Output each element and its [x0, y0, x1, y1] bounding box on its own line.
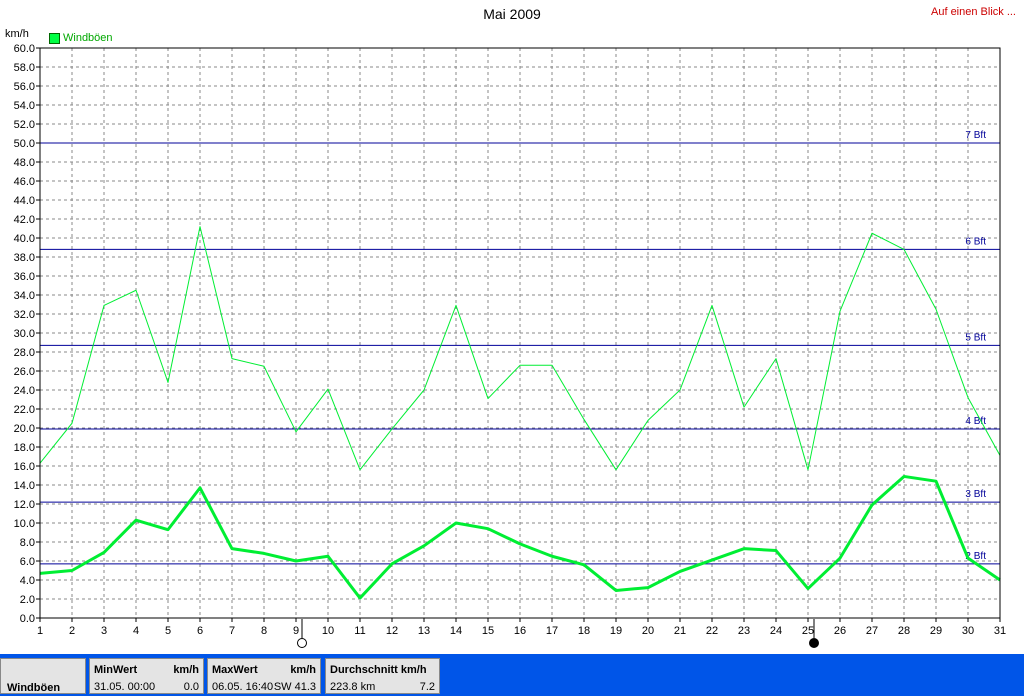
x-tick-label: 24 — [770, 625, 782, 637]
y-tick-label: 18.0 — [14, 442, 35, 454]
min-date: 31.05. 00:00 — [94, 681, 156, 693]
x-tick-label: 18 — [578, 625, 590, 637]
y-tick-label: 58.0 — [14, 62, 35, 74]
max-unit: km/h — [290, 664, 316, 676]
y-tick-label: 44.0 — [14, 195, 35, 207]
y-tick-label: 40.0 — [14, 233, 35, 245]
y-axis-unit: km/h — [5, 28, 29, 40]
average-box: Durchschnitt km/h 223.8 km 7.2 — [325, 658, 440, 694]
max-header: MaxWert — [212, 664, 258, 676]
min-value: 0.0 — [183, 681, 199, 693]
summary-bar: Windböen MinWert km/h 31.05. 00:00 0.0 Max… — [0, 654, 1024, 696]
x-tick-label: 2 — [69, 625, 75, 637]
min-unit: km/h — [173, 664, 199, 676]
x-tick-label: 9 — [293, 625, 299, 637]
y-tick-label: 0.0 — [20, 613, 35, 625]
avg-header: Durchschnitt km/h — [330, 664, 427, 676]
max-date: 06.05. 16:40 — [212, 681, 274, 693]
avg-distance: 223.8 km — [330, 681, 376, 693]
x-tick-label: 16 — [514, 625, 526, 637]
max-value-box: MaxWert km/h 06.05. 16:40 SW 41.3 — [207, 658, 321, 694]
x-tick-label: 27 — [866, 625, 878, 637]
y-tick-label: 48.0 — [14, 157, 35, 169]
y-tick-label: 36.0 — [14, 271, 35, 283]
x-tick-label: 23 — [738, 625, 750, 637]
x-tick-label: 25 — [802, 625, 814, 637]
x-tick-label: 10 — [322, 625, 334, 637]
y-tick-label: 60.0 — [14, 43, 35, 55]
y-tick-label: 6.0 — [20, 556, 35, 568]
y-tick-label: 50.0 — [14, 138, 35, 150]
avg-value: 7.2 — [419, 681, 435, 693]
y-tick-label: 30.0 — [14, 328, 35, 340]
legend: Windböen — [49, 32, 113, 44]
y-tick-label: 24.0 — [14, 385, 35, 397]
x-tick-label: 13 — [418, 625, 430, 637]
y-tick-label: 42.0 — [14, 214, 35, 226]
x-tick-label: 7 — [229, 625, 235, 637]
legend-label: Windböen — [63, 32, 113, 44]
x-tick-label: 6 — [197, 625, 203, 637]
at-a-glance-link[interactable]: Auf einen Blick ... — [931, 6, 1016, 18]
y-tick-label: 20.0 — [14, 423, 35, 435]
x-tick-label: 19 — [610, 625, 622, 637]
beaufort-label: 3 Bft — [965, 489, 986, 500]
y-tick-label: 26.0 — [14, 366, 35, 378]
y-tick-label: 56.0 — [14, 81, 35, 93]
x-tick-label: 26 — [834, 625, 846, 637]
beaufort-label: 5 Bft — [965, 332, 986, 343]
x-tick-label: 17 — [546, 625, 558, 637]
y-tick-label: 32.0 — [14, 309, 35, 321]
y-tick-label: 8.0 — [20, 537, 35, 549]
beaufort-label: 7 Bft — [965, 130, 986, 141]
x-tick-label: 8 — [261, 625, 267, 637]
chart-title: Mai 2009 — [483, 6, 541, 22]
x-tick-label: 20 — [642, 625, 654, 637]
beaufort-label: 6 Bft — [965, 236, 986, 247]
y-tick-label: 28.0 — [14, 347, 35, 359]
y-tick-label: 14.0 — [14, 480, 35, 492]
y-tick-label: 46.0 — [14, 176, 35, 188]
y-tick-label: 10.0 — [14, 518, 35, 530]
min-value-box: MinWert km/h 31.05. 00:00 0.0 — [89, 658, 204, 694]
y-tick-label: 34.0 — [14, 290, 35, 302]
chart-area: 2 Bft3 Bft4 Bft5 Bft6 Bft7 Bft 0.02.04.0… — [14, 43, 1006, 648]
x-tick-label: 30 — [962, 625, 974, 637]
x-tick-label: 22 — [706, 625, 718, 637]
y-tick-label: 38.0 — [14, 252, 35, 264]
x-tick-label: 5 — [165, 625, 171, 637]
x-tick-label: 11 — [354, 625, 365, 637]
x-tick-label: 21 — [674, 625, 686, 637]
summary-name: Windböen — [0, 658, 86, 694]
new-moon-icon — [809, 638, 819, 648]
x-tick-label: 29 — [930, 625, 942, 637]
min-header: MinWert — [94, 664, 138, 676]
y-tick-label: 2.0 — [20, 594, 35, 606]
x-tick-label: 14 — [450, 625, 462, 637]
y-tick-label: 12.0 — [14, 499, 35, 511]
max-value: SW 41.3 — [273, 681, 316, 693]
x-tick-label: 3 — [101, 625, 107, 637]
x-tick-label: 1 — [37, 625, 43, 637]
y-tick-label: 4.0 — [20, 575, 35, 587]
legend-swatch — [49, 32, 60, 44]
full-moon-icon — [297, 638, 307, 648]
y-tick-label: 22.0 — [14, 404, 35, 416]
x-tick-label: 15 — [482, 625, 494, 637]
x-tick-label: 4 — [133, 625, 139, 637]
y-tick-label: 54.0 — [14, 100, 35, 112]
x-tick-label: 12 — [386, 625, 398, 637]
x-tick-label: 31 — [994, 625, 1006, 637]
x-tick-label: 28 — [898, 625, 910, 637]
y-tick-label: 16.0 — [14, 461, 35, 473]
y-tick-label: 52.0 — [14, 119, 35, 131]
